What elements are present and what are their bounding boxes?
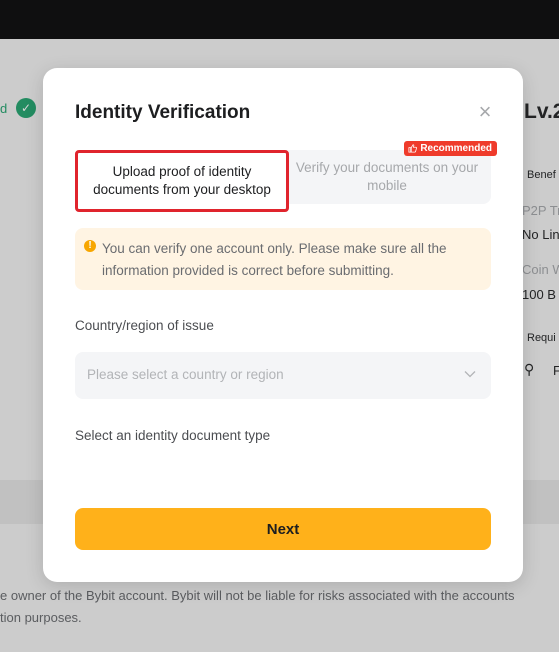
warning-icon: ! xyxy=(84,240,96,252)
tab-upload-desktop[interactable]: Upload proof of identity documents from … xyxy=(75,150,289,212)
notice-box: ! You can verify one account only. Pleas… xyxy=(75,228,491,290)
recommended-badge-label: Recommended xyxy=(420,143,492,154)
tab-upload-desktop-label: Upload proof of identity documents from … xyxy=(93,164,271,197)
tab-verify-mobile-label: Verify your documents on your mobile xyxy=(295,160,479,193)
notice-text: You can verify one account only. Please … xyxy=(102,241,447,278)
recommended-badge: Recommended xyxy=(404,141,497,156)
thumbs-up-icon xyxy=(408,144,418,153)
close-icon[interactable]: × xyxy=(475,101,495,123)
tab-verify-mobile[interactable]: Verify your documents on your mobile xyxy=(283,150,491,204)
chevron-down-icon xyxy=(464,371,476,378)
modal-title: Identity Verification xyxy=(75,102,251,123)
country-select[interactable]: Please select a country or region xyxy=(75,352,491,399)
country-select-placeholder: Please select a country or region xyxy=(87,367,284,382)
document-type-label: Select an identity document type xyxy=(75,428,271,443)
identity-verification-modal: Identity Verification × Upload proof of … xyxy=(43,68,523,582)
country-label: Country/region of issue xyxy=(75,318,214,333)
verification-method-tabs: Upload proof of identity documents from … xyxy=(75,141,497,212)
next-button[interactable]: Next xyxy=(75,508,491,550)
